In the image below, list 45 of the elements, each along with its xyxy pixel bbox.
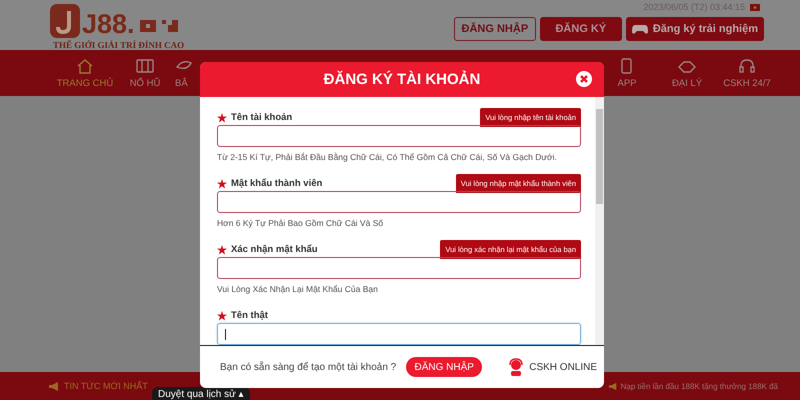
field-hint: Vui Lòng Xác Nhận Lại Mật Khẩu Của Bạn bbox=[217, 284, 379, 294]
header-button[interactable]: ĐĂNG NHẬP bbox=[454, 17, 536, 41]
logo-marks-icon bbox=[140, 18, 180, 32]
tagline: THẾ GIỚI GIẢI TRÍ ĐỈNH CAO bbox=[53, 40, 184, 50]
required-star-icon bbox=[217, 310, 227, 320]
input-field[interactable] bbox=[217, 125, 581, 147]
input-field[interactable] bbox=[217, 257, 581, 279]
field-hint: Hơn 6 Ký Tự Phải Bao Gồm Chữ Cái Và Số bbox=[217, 218, 384, 228]
header-button[interactable]: Đăng ký trải nghiệm bbox=[626, 17, 764, 41]
scrollbar[interactable] bbox=[595, 97, 604, 345]
required-star-icon bbox=[217, 244, 227, 254]
nav-item[interactable]: ĐẠI LÝ bbox=[657, 50, 717, 96]
logo-icon bbox=[50, 4, 80, 38]
login-button[interactable]: ĐĂNG NHẬP bbox=[406, 357, 482, 377]
nav-item[interactable]: CSKH 24/7 bbox=[717, 50, 777, 96]
field-label: Tên tài khoản bbox=[231, 112, 292, 123]
nav-item[interactable]: NỔ HŨ bbox=[115, 50, 175, 96]
flag-icon bbox=[750, 4, 760, 10]
field-label: Tên thật bbox=[231, 310, 268, 321]
nav-item[interactable]: BẮ bbox=[175, 50, 201, 96]
footer-question: Bạn có sẵn sàng để tạo một tài khoản ? bbox=[220, 362, 396, 372]
news-message: Nạp tiền lần đầu 188K tặng thưởng 188K đã bbox=[620, 382, 778, 390]
nav-item[interactable]: APP bbox=[597, 50, 657, 96]
nav-item[interactable]: TRANG CHỦ bbox=[55, 50, 115, 96]
dialog-title: ĐĂNG KÝ TÀI KHOẢN bbox=[324, 71, 480, 88]
close-icon[interactable] bbox=[576, 71, 592, 87]
support-agent-icon bbox=[508, 358, 524, 376]
input-field[interactable] bbox=[217, 323, 581, 345]
logo-text: J88. bbox=[82, 10, 135, 38]
megaphone-icon bbox=[48, 380, 60, 392]
field-label: Mật khẩu thành viên bbox=[231, 178, 322, 189]
nav-icon bbox=[76, 58, 94, 74]
input-field[interactable] bbox=[217, 191, 581, 213]
support-link[interactable]: CSKH ONLINE bbox=[529, 362, 598, 372]
megaphone-icon bbox=[608, 382, 618, 390]
field-hint: Từ 2-15 Kí Tự, Phải Bắt Đầu Bằng Chữ Cái, Có Thể Gồm Cả Chữ Cái, Số Và Gạch Dưới. bbox=[217, 152, 558, 162]
header-button[interactable]: ĐĂNG KÝ bbox=[540, 17, 622, 41]
required-star-icon bbox=[217, 178, 227, 188]
required-star-icon bbox=[217, 112, 227, 122]
tooltip: Duyệt qua lịch sử ▴ bbox=[152, 387, 250, 400]
field-label: Xác nhận mật khẩu bbox=[231, 244, 318, 255]
nav-icon bbox=[738, 58, 756, 74]
nav-icon bbox=[136, 58, 154, 74]
gamepad-icon bbox=[632, 24, 648, 34]
news-title: TIN TỨC MỚI NHẤT bbox=[64, 381, 148, 391]
